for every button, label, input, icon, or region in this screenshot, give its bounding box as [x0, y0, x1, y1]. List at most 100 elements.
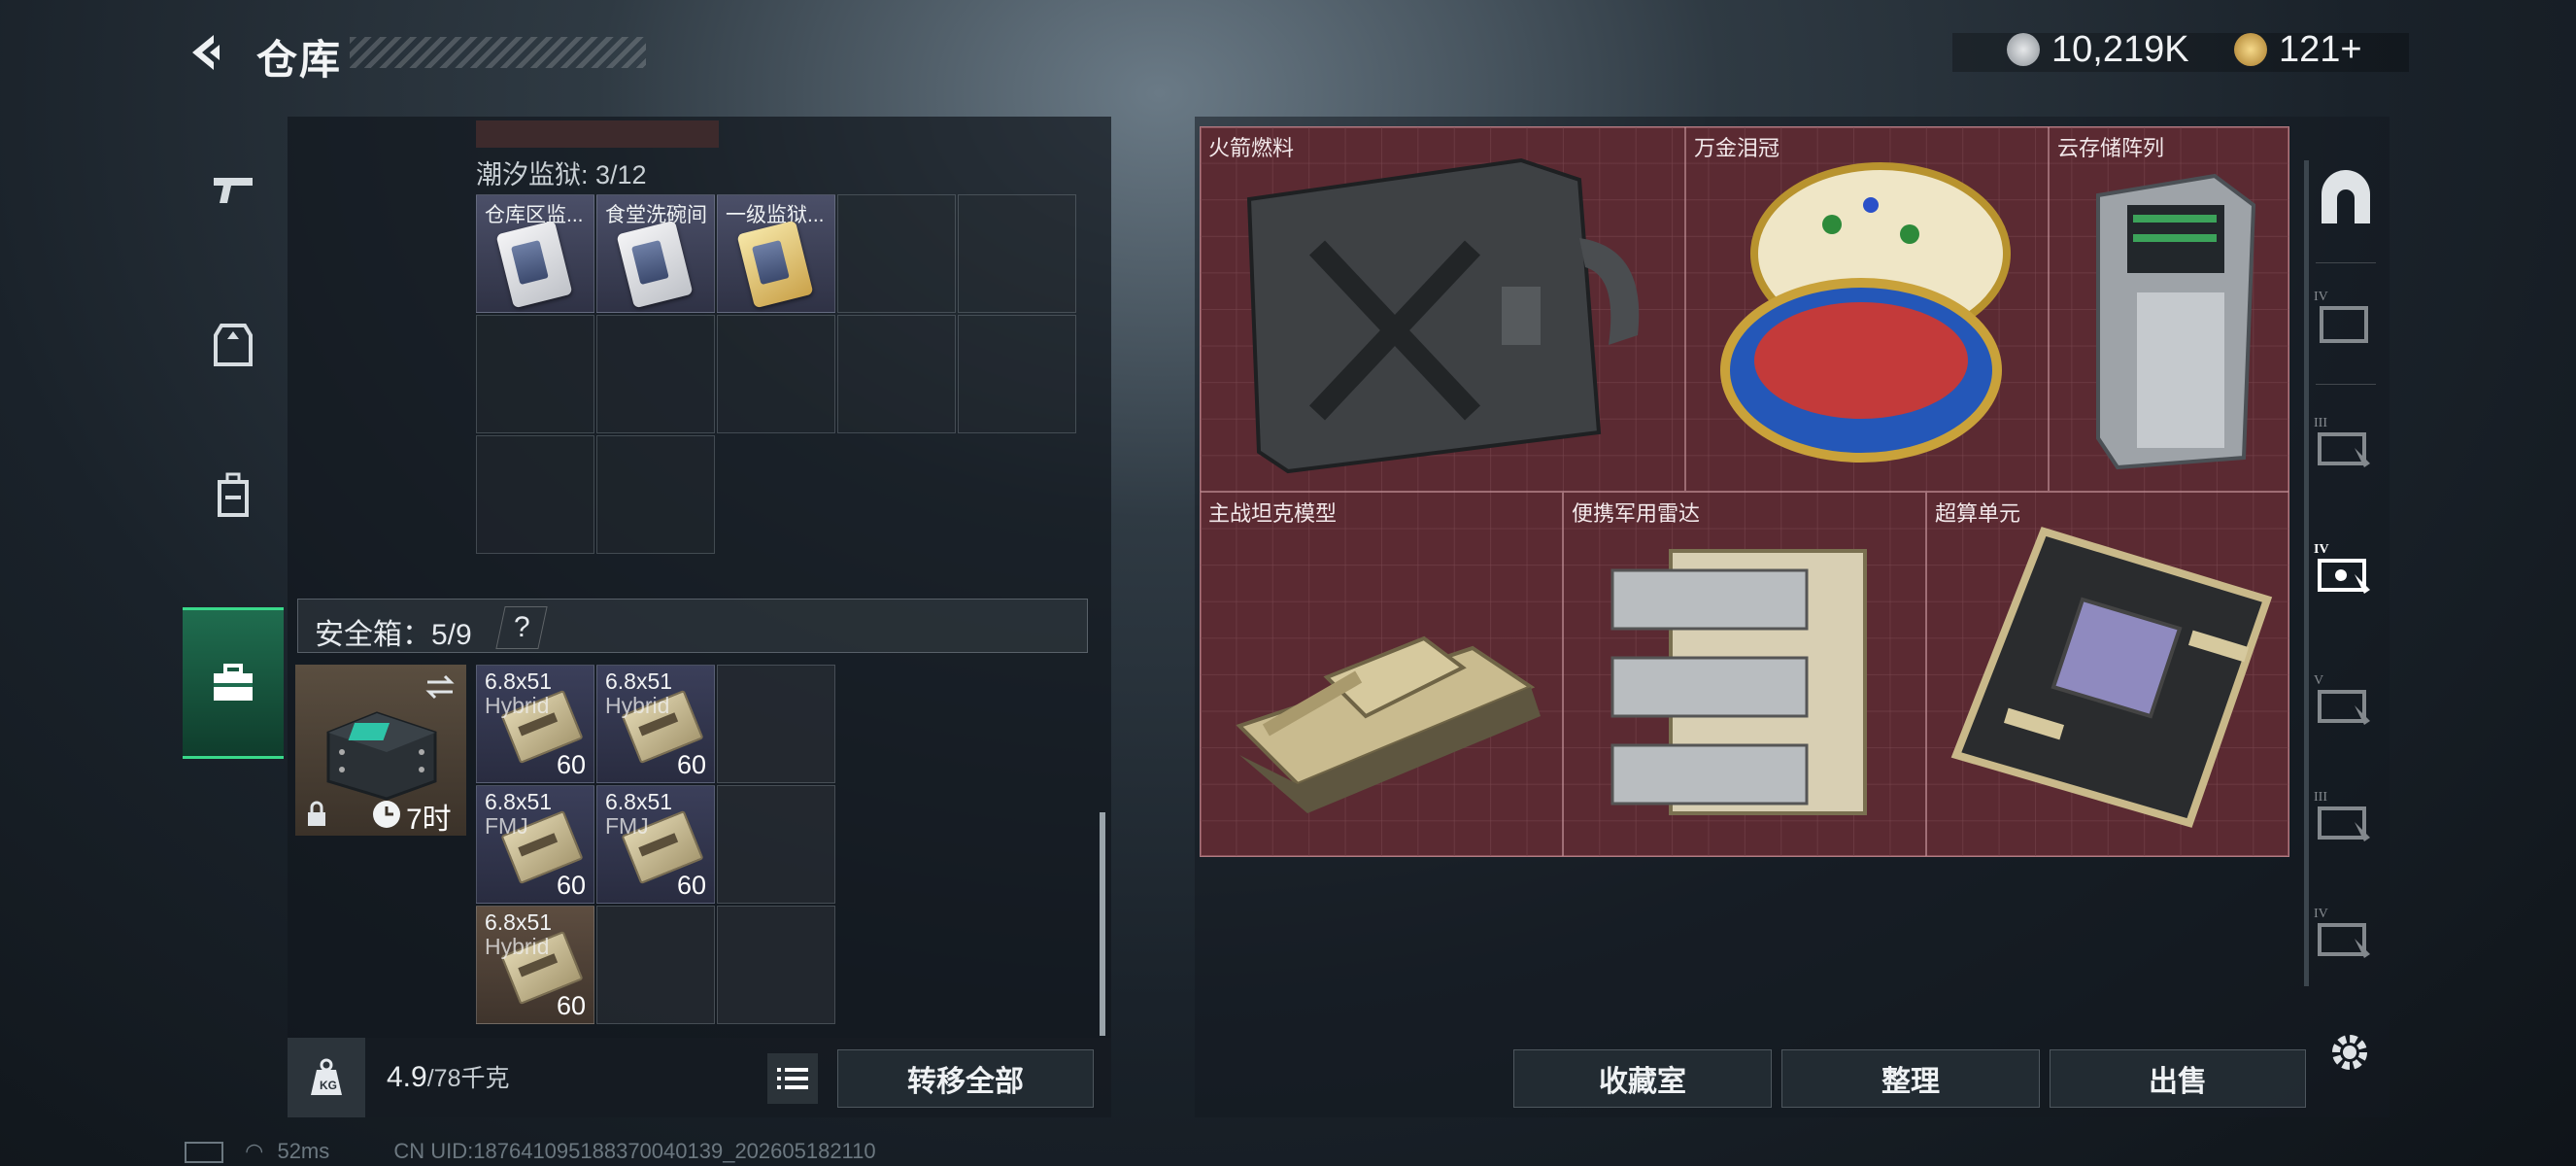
ammo-type: FMJ — [485, 813, 528, 839]
storage-array-image — [2096, 173, 2256, 470]
list-icon — [777, 1068, 808, 1089]
ammo-type: Hybrid — [605, 693, 670, 718]
left-category-rail — [183, 117, 284, 763]
supercomputer-image — [1950, 527, 2273, 828]
ping-value: 52ms — [277, 1139, 330, 1163]
sell-button[interactable]: 出售 — [2050, 1049, 2306, 1108]
ammo-item[interactable]: 6.8x51 FMJ 60 — [596, 785, 715, 904]
tier-3-card-icon[interactable]: III — [2312, 413, 2380, 481]
jeweled-egg-image — [1720, 162, 2011, 463]
keycard-icon — [616, 220, 694, 309]
container-item-2[interactable]: 食堂洗碗间 — [596, 194, 715, 313]
safe-box-timer: 7时 — [406, 804, 452, 836]
help-button[interactable]: ? — [495, 606, 548, 649]
collection-room-button[interactable]: 收藏室 — [1513, 1049, 1772, 1108]
container-label: 潮汐监狱: 3/12 — [476, 160, 647, 189]
grid-cell[interactable] — [717, 785, 835, 904]
tier-4-folder-icon[interactable]: IV — [2312, 287, 2380, 355]
currency-secondary[interactable]: 121+ — [2234, 27, 2362, 72]
ammo-label: 6.8x51 FMJ — [485, 790, 552, 839]
tank-model-image — [1236, 635, 1541, 813]
ammo-item[interactable]: 6.8x51 FMJ 60 — [476, 785, 594, 904]
weight-readout: 4.9/78千克 — [387, 1059, 509, 1094]
lock-icon — [308, 801, 325, 826]
container-item-1[interactable]: 仓库区监... — [476, 194, 594, 313]
grid-cell[interactable] — [596, 435, 715, 554]
list-view-button[interactable] — [767, 1053, 818, 1104]
tier-4-card-icon[interactable]: IV — [2312, 904, 2380, 972]
svg-text:IV: IV — [2314, 542, 2329, 557]
rail-backpack[interactable] — [183, 423, 284, 568]
tier-3-card-icon[interactable]: III — [2312, 787, 2380, 855]
ammo-count: 60 — [556, 750, 586, 779]
page-title: 仓库 — [256, 37, 343, 83]
ammo-label: 6.8x51 Hybrid — [485, 910, 552, 959]
currency-secondary-value: 121+ — [2279, 28, 2362, 70]
ammo-item[interactable]: 6.8x51 Hybrid 60 — [596, 665, 715, 783]
grid-cell[interactable] — [717, 665, 835, 783]
transfer-all-button[interactable]: 转移全部 — [837, 1049, 1094, 1108]
ammo-caliber: 6.8x51 — [605, 669, 673, 694]
ammo-item[interactable]: 6.8x51 Hybrid 60 — [476, 665, 594, 783]
tunnel-icon[interactable] — [2312, 165, 2380, 233]
currency-primary[interactable]: 10,219K — [2007, 27, 2189, 72]
ammo-caliber: 6.8x51 — [485, 909, 553, 935]
radar-image — [1610, 549, 1867, 815]
ammo-type: FMJ — [605, 813, 649, 839]
toolbox-icon — [214, 664, 253, 701]
stash-item-cloud-storage[interactable]: 云存储阵列 — [2049, 126, 2289, 492]
grid-cell[interactable] — [958, 194, 1076, 313]
back-arrow-icon[interactable] — [185, 31, 227, 74]
ammo-caliber: 6.8x51 — [605, 789, 673, 814]
stash-item-rocket-fuel[interactable]: 火箭燃料 — [1200, 126, 1685, 492]
svg-text:KG: KG — [320, 1079, 337, 1092]
item-name: 便携军用雷达 — [1572, 501, 1701, 526]
grid-cell[interactable] — [837, 194, 956, 313]
grid-cell[interactable] — [837, 315, 956, 433]
stash-item-supercomputer-unit[interactable]: 超算单元 — [1926, 492, 2289, 857]
grid-cell[interactable] — [717, 906, 835, 1024]
ammo-type: Hybrid — [485, 934, 550, 959]
jerry-can-image — [1246, 157, 1640, 474]
rail-armor[interactable] — [183, 272, 284, 418]
item-name: 云存储阵列 — [2057, 136, 2165, 160]
tier-5-card-icon[interactable]: V — [2312, 670, 2380, 738]
stash-item-tank-model[interactable]: 主战坦克模型 — [1200, 492, 1563, 857]
weight-current: 4.9 — [387, 1061, 427, 1093]
svg-text:III: III — [2314, 790, 2327, 805]
grid-cell[interactable] — [596, 906, 715, 1024]
organize-button[interactable]: 整理 — [1781, 1049, 2040, 1108]
ammo-item[interactable]: 6.8x51 Hybrid 60 — [476, 906, 594, 1024]
rail-safe-box[interactable] — [183, 607, 284, 759]
ammo-count: 60 — [556, 871, 586, 900]
svg-text:V: V — [2314, 673, 2323, 688]
grid-cell[interactable] — [476, 435, 594, 554]
ammo-count: 60 — [556, 991, 586, 1020]
sidebar-divider — [2316, 384, 2376, 385]
ammo-count: 60 — [676, 750, 706, 779]
grid-cell[interactable] — [717, 315, 835, 433]
settings-gear-icon[interactable] — [2325, 1028, 2374, 1077]
svg-text:III: III — [2314, 416, 2327, 430]
grid-cell[interactable] — [476, 315, 594, 433]
gun-icon — [214, 178, 253, 203]
item-name: 主战坦克模型 — [1208, 501, 1338, 526]
stash-item-portable-radar[interactable]: 便携军用雷达 — [1563, 492, 1926, 857]
tier-4-card-icon[interactable]: IV — [2312, 539, 2380, 607]
rail-weapons[interactable] — [183, 117, 284, 262]
swap-icon[interactable] — [424, 672, 457, 702]
container-item-3[interactable]: 一级监狱... — [717, 194, 835, 313]
currency-primary-value: 10,219K — [2051, 28, 2189, 70]
weight-max: /78千克 — [426, 1065, 510, 1092]
clock-icon — [373, 801, 400, 828]
safe-box-item[interactable]: 7时 — [295, 665, 466, 836]
stash-item-gold-crown[interactable]: 万金泪冠 — [1685, 126, 2049, 492]
ammo-count: 60 — [676, 871, 706, 900]
inventory-scrollbar[interactable] — [1100, 812, 1105, 1036]
wifi-icon: ◠ — [245, 1139, 264, 1163]
grid-cell[interactable] — [596, 315, 715, 433]
prev-container-edge — [476, 120, 719, 148]
sidebar-divider — [2316, 262, 2376, 263]
weight-icon-box: KG — [288, 1038, 365, 1117]
grid-cell[interactable] — [958, 315, 1076, 433]
